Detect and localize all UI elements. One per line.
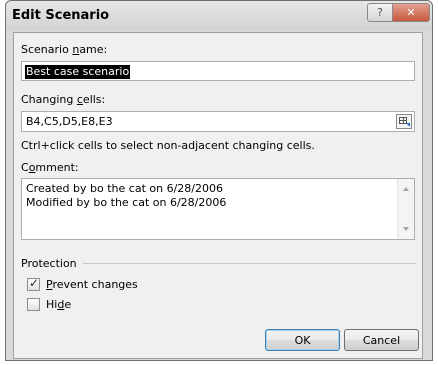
- close-icon: ✕: [406, 6, 416, 19]
- collapse-arrow-icon: [406, 123, 410, 127]
- comment-label: Comment:: [21, 161, 79, 174]
- edit-scenario-dialog: Edit Scenario ? ✕ Scenario name: Best ca…: [5, 0, 433, 361]
- close-button[interactable]: ✕: [392, 3, 430, 22]
- question-mark-icon: ?: [377, 6, 383, 19]
- hide-label[interactable]: Hide: [46, 298, 71, 311]
- hide-checkbox[interactable]: [27, 298, 40, 311]
- scenario-name-label: Scenario name:: [21, 43, 108, 56]
- range-select-button[interactable]: [396, 114, 412, 129]
- scroll-down-icon[interactable]: [403, 227, 409, 231]
- dialog-body: Scenario name: Best case scenario Changi…: [13, 32, 423, 359]
- changing-cells-label: Changing cells:: [21, 93, 106, 106]
- comment-text: Created by bo the cat on 6/28/2006 Modif…: [26, 182, 226, 210]
- comment-textarea[interactable]: Created by bo the cat on 6/28/2006 Modif…: [21, 178, 415, 240]
- protection-divider: [83, 263, 416, 264]
- scenario-name-input[interactable]: Best case scenario: [21, 61, 415, 81]
- ok-button[interactable]: OK: [265, 329, 340, 351]
- title-bar: Edit Scenario ? ✕: [6, 1, 432, 31]
- changing-cells-value: B4,C5,D5,E8,E3: [26, 115, 113, 128]
- changing-cells-input[interactable]: B4,C5,D5,E8,E3: [21, 111, 415, 132]
- prevent-changes-checkbox[interactable]: ✓: [27, 276, 40, 291]
- checkmark-icon: ✓: [29, 276, 40, 290]
- comment-line-created: Created by bo the cat on 6/28/2006: [26, 182, 223, 195]
- prevent-changes-label[interactable]: Prevent changes: [46, 278, 138, 291]
- scroll-up-icon[interactable]: [403, 187, 409, 191]
- scenario-name-value: Best case scenario: [25, 65, 131, 79]
- changing-cells-hint: Ctrl+click cells to select non-adjacent …: [21, 139, 315, 152]
- dialog-title: Edit Scenario: [12, 8, 110, 23]
- comment-scrollbar[interactable]: [397, 179, 414, 239]
- protection-group-title: Protection: [21, 257, 77, 270]
- cancel-button[interactable]: Cancel: [344, 329, 419, 351]
- comment-line-modified: Modified by bo the cat on 6/28/2006: [26, 196, 227, 209]
- help-button[interactable]: ?: [367, 3, 393, 22]
